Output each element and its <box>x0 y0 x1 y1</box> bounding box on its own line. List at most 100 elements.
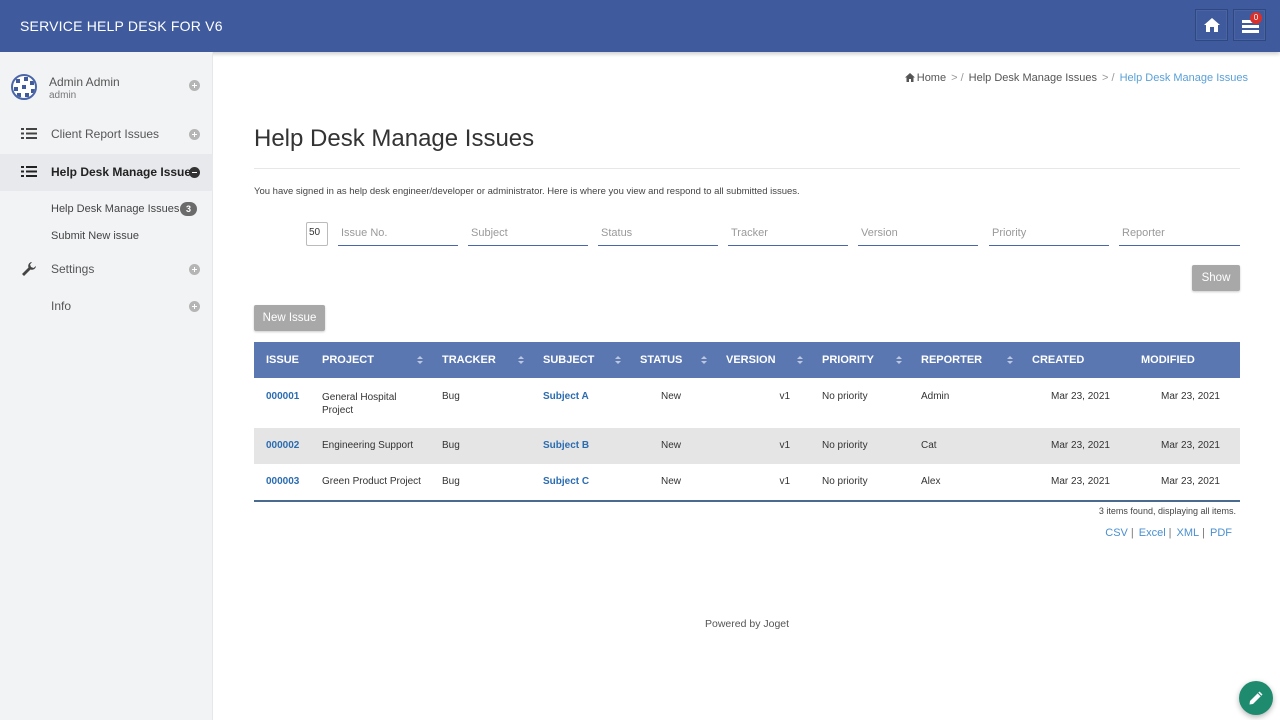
wrench-icon <box>22 262 36 276</box>
column-header-modified[interactable]: MODIFIED <box>1129 342 1240 378</box>
sort-icon <box>1007 356 1013 365</box>
column-header-version[interactable]: VERSION <box>714 342 810 378</box>
sort-icon <box>797 356 803 365</box>
reporter-cell: Cat <box>909 428 1020 464</box>
column-header-priority[interactable]: PRIORITY <box>810 342 909 378</box>
subject-link[interactable]: Subject A <box>543 391 589 402</box>
export-pdf-link[interactable]: PDF <box>1210 527 1232 539</box>
sidebar-item-label: Info <box>51 299 72 313</box>
sidebar-subitem-help-desk-manage-issues[interactable]: Help Desk Manage Issues <box>51 203 179 215</box>
issue-link[interactable]: 000001 <box>266 391 299 402</box>
issue-link[interactable]: 000003 <box>266 476 299 487</box>
tracker-cell: Bug <box>442 391 460 402</box>
list-icon <box>21 128 37 139</box>
export-links: CSV | Excel | XML | PDF <box>1105 527 1232 539</box>
sidebar-subitem-submit-new-issue[interactable]: Submit New issue <box>51 230 139 242</box>
app-title[interactable]: SERVICE HELP DESK FOR V6 <box>20 18 223 34</box>
priority-cell: No priority <box>810 464 909 502</box>
reporter-cell: Alex <box>909 464 1020 502</box>
sidebar-item-info[interactable]: Info <box>0 288 213 325</box>
subject-link[interactable]: Subject B <box>543 440 589 451</box>
column-header-project[interactable]: PROJECT <box>310 342 430 378</box>
intro-text: You have signed in as help desk engineer… <box>254 186 800 197</box>
home-icon <box>1204 18 1220 32</box>
modified-cell: Mar 23, 2021 <box>1129 464 1240 502</box>
expand-icon[interactable] <box>189 80 200 91</box>
home-icon <box>904 73 915 82</box>
table-header-row: ISSUE PROJECT TRACKER SUBJECT STATUS VER… <box>254 342 1240 378</box>
project-cell: Engineering Support <box>310 428 430 464</box>
column-header-issue[interactable]: ISSUE <box>254 342 310 378</box>
show-button[interactable]: Show <box>1192 265 1240 291</box>
created-cell: Mar 23, 2021 <box>1020 464 1129 502</box>
created-cell: Mar 23, 2021 <box>1051 391 1110 402</box>
column-header-reporter[interactable]: REPORTER <box>909 342 1020 378</box>
sidebar-item-help-desk-manage-issues[interactable]: Help Desk Manage Issues <box>0 154 213 191</box>
top-bar: SERVICE HELP DESK FOR V6 0 <box>0 0 1280 52</box>
sidebar-item-label: Settings <box>51 262 95 276</box>
version-filter[interactable]: Version <box>858 222 978 246</box>
user-name: Admin Admin <box>49 75 120 89</box>
breadcrumb-current: Help Desk Manage Issues <box>1119 72 1248 84</box>
issue-link[interactable]: 000002 <box>266 440 299 451</box>
column-header-status[interactable]: STATUS <box>628 342 714 378</box>
column-header-subject[interactable]: SUBJECT <box>531 342 628 378</box>
priority-cell: No priority <box>822 391 868 402</box>
user-profile[interactable]: Admin Admin admin <box>0 67 213 107</box>
status-cell: New <box>628 428 714 464</box>
subject-link[interactable]: Subject C <box>543 476 589 487</box>
breadcrumb-home[interactable]: Home <box>917 72 946 84</box>
sidebar-item-label: Help Desk Manage Issues <box>51 165 198 179</box>
sidebar-item-client-report-issues[interactable]: Client Report Issues <box>0 116 213 153</box>
breadcrumb: Home > / Help Desk Manage Issues > / Help De… <box>904 72 1248 84</box>
page-title: Help Desk Manage Issues <box>254 125 535 152</box>
avatar <box>11 74 37 100</box>
modified-cell: Mar 23, 2021 <box>1129 428 1240 464</box>
version-cell: v1 <box>714 428 810 464</box>
items-found-text: 3 items found, displaying all items. <box>1098 506 1236 516</box>
sort-icon <box>518 356 524 365</box>
export-excel-link[interactable]: Excel <box>1139 527 1166 539</box>
table-row[interactable]: 000001 General Hospital Project Bug Subj… <box>254 378 1240 428</box>
footer-powered-by: Powered by Joget <box>705 618 790 630</box>
priority-filter[interactable]: Priority <box>989 222 1109 246</box>
version-cell: v1 <box>779 391 790 402</box>
list-icon <box>21 166 37 177</box>
breadcrumb-parent[interactable]: Help Desk Manage Issues <box>969 72 1097 84</box>
project-cell: Green Product Project <box>310 464 430 502</box>
export-xml-link[interactable]: XML <box>1177 527 1200 539</box>
page-size-select[interactable]: 50 <box>306 222 328 246</box>
issues-table: ISSUE PROJECT TRACKER SUBJECT STATUS VER… <box>254 342 1240 502</box>
expand-icon[interactable] <box>189 301 200 312</box>
sort-icon <box>615 356 621 365</box>
tracker-cell: Bug <box>430 464 531 502</box>
home-button[interactable] <box>1195 9 1228 41</box>
table-row[interactable]: 000002 Engineering Support Bug Subject B… <box>254 428 1240 464</box>
sort-icon <box>701 356 707 365</box>
sidebar: Admin Admin admin Client Report Issues H… <box>0 52 213 720</box>
edit-fab-button[interactable] <box>1239 681 1273 715</box>
issue-count-badge: 3 <box>180 202 197 216</box>
export-csv-link[interactable]: CSV <box>1105 527 1128 539</box>
sort-icon <box>896 356 902 365</box>
collapse-icon[interactable] <box>189 167 200 178</box>
inbox-button[interactable]: 0 <box>1233 9 1266 41</box>
version-cell: v1 <box>714 464 810 502</box>
project-cell: General Hospital Project <box>322 392 397 416</box>
column-header-tracker[interactable]: TRACKER <box>430 342 531 378</box>
created-cell: Mar 23, 2021 <box>1020 428 1129 464</box>
status-filter[interactable]: Status <box>598 222 718 246</box>
expand-icon[interactable] <box>189 129 200 140</box>
user-id: admin <box>49 90 77 101</box>
tracker-filter[interactable]: Tracker <box>728 222 848 246</box>
subject-filter[interactable]: Subject <box>468 222 588 246</box>
status-cell: New <box>660 391 681 402</box>
expand-icon[interactable] <box>189 264 200 275</box>
sort-icon <box>417 356 423 365</box>
issue-no-filter[interactable]: Issue No. <box>338 222 458 246</box>
column-header-created[interactable]: CREATED <box>1020 342 1129 378</box>
sidebar-item-settings[interactable]: Settings <box>0 251 213 288</box>
new-issue-button[interactable]: New Issue <box>254 305 325 331</box>
table-row[interactable]: 000003 Green Product Project Bug Subject… <box>254 464 1240 502</box>
reporter-filter[interactable]: Reporter <box>1119 222 1240 246</box>
